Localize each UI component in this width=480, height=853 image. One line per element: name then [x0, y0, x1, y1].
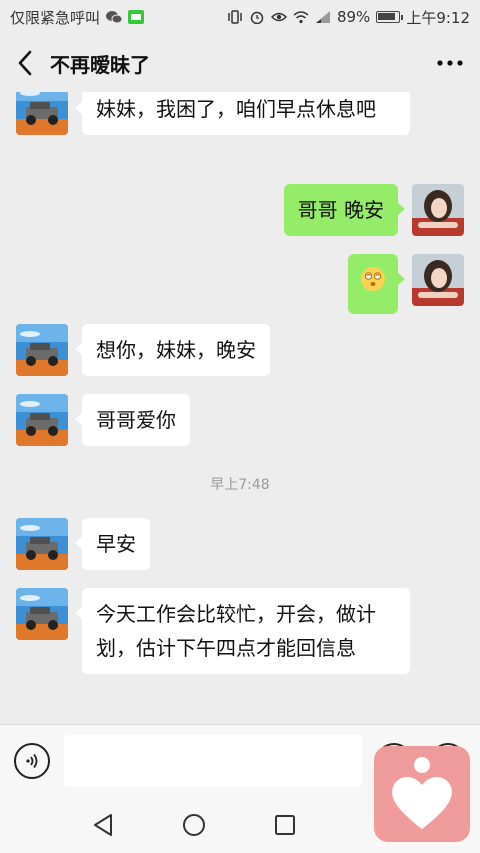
voice-button[interactable]: [14, 743, 50, 779]
vibrate-icon: [227, 10, 243, 24]
battery-icon: [376, 11, 404, 23]
message-bubble[interactable]: 哥哥爱你: [75, 394, 190, 446]
more-dots-icon: [437, 60, 463, 66]
emoji-bubble[interactable]: [348, 254, 405, 314]
voice-icon: [26, 753, 38, 769]
chat-header: 不再暧昧了: [0, 34, 480, 92]
more-button[interactable]: [420, 34, 480, 92]
jeep-photo: [16, 518, 68, 570]
status-bar: 仅限紧急呼叫 89% 上午9:12: [0, 0, 480, 34]
floating-app-button[interactable]: [374, 746, 470, 842]
wifi-icon: [293, 10, 309, 24]
message-bubble[interactable]: 今天工作会比较忙，开会，做计划，估计下午四点才能回信息: [75, 588, 410, 674]
nav-recents-button[interactable]: [270, 810, 300, 840]
heart-app-icon: [392, 757, 452, 829]
contact-avatar[interactable]: [16, 518, 68, 570]
chevron-left-icon: [18, 50, 32, 76]
chat-area[interactable]: 妹妹，我困了，咱们早点休息吧 哥哥 晚安 想你，妹妹，晚安 哥哥爱你 早上7:4…: [0, 92, 480, 724]
dizzy-face-emoji: [361, 267, 385, 291]
wechat-icon: [106, 10, 123, 24]
message-bubble[interactable]: 想你，妹妹，晚安: [75, 324, 270, 376]
jeep-photo: [16, 324, 68, 376]
contact-avatar[interactable]: [16, 394, 68, 446]
message-received: 想你，妹妹，晚安: [16, 324, 270, 376]
message-input[interactable]: [64, 735, 362, 787]
jeep-photo: [16, 394, 68, 446]
nav-back-icon: [94, 814, 112, 836]
notification-icon: [128, 10, 145, 24]
signal-icon: [315, 10, 331, 24]
portrait-photo: [412, 254, 464, 306]
jeep-photo: [16, 92, 68, 135]
jeep-photo: [16, 588, 68, 640]
self-avatar[interactable]: [412, 254, 464, 306]
self-avatar[interactable]: [412, 184, 464, 236]
contact-avatar[interactable]: [16, 92, 68, 135]
message-received: 妹妹，我困了，咱们早点休息吧: [16, 92, 410, 135]
message-bubble[interactable]: 妹妹，我困了，咱们早点休息吧: [75, 92, 410, 135]
contact-avatar[interactable]: [16, 588, 68, 640]
message-received: 哥哥爱你: [16, 394, 190, 446]
nav-back-button[interactable]: [88, 810, 118, 840]
message-bubble[interactable]: 哥哥 晚安: [283, 184, 406, 236]
chat-title: 不再暧昧了: [50, 52, 150, 77]
clock-text: 上午9:12: [406, 8, 470, 27]
contact-avatar[interactable]: [16, 324, 68, 376]
message-bubble[interactable]: 早安: [75, 518, 150, 570]
nav-home-icon: [183, 814, 205, 836]
message-sent: [348, 254, 464, 314]
back-button[interactable]: [0, 34, 50, 92]
carrier-text: 仅限紧急呼叫: [10, 8, 101, 27]
battery-percent: 89%: [336, 8, 371, 26]
alarm-icon: [249, 10, 265, 25]
nav-recents-icon: [275, 815, 295, 835]
message-received: 早安: [16, 518, 150, 570]
timestamp: 早上7:48: [210, 477, 270, 493]
nav-home-button[interactable]: [179, 810, 209, 840]
eye-icon: [270, 10, 288, 24]
message-received: 今天工作会比较忙，开会，做计划，估计下午四点才能回信息: [16, 588, 410, 674]
portrait-photo: [412, 184, 464, 236]
message-sent: 哥哥 晚安: [283, 184, 464, 236]
